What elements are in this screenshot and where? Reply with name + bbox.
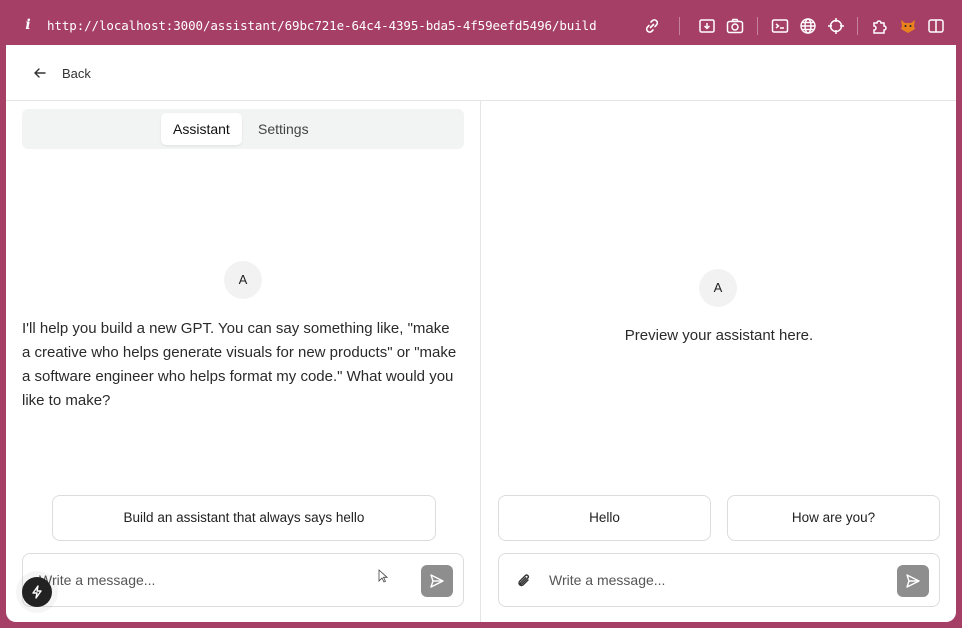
assistant-avatar: A (224, 261, 262, 299)
tab-assistant[interactable]: Assistant (161, 113, 242, 145)
back-label: Back (62, 65, 91, 81)
back-button[interactable]: Back (32, 63, 91, 83)
lightning-icon (32, 585, 42, 599)
preview-avatar: A (699, 269, 737, 307)
url-bar: i http://localhost:3000/assistant/69bc72… (6, 6, 956, 45)
intro-message: I'll help you build a new GPT. You can s… (22, 320, 457, 409)
paperclip-icon[interactable] (515, 572, 533, 590)
crosshair-icon[interactable] (826, 16, 846, 36)
suggestion-button[interactable]: Build an assistant that always says hell… (52, 495, 436, 541)
message-input[interactable]: Write a message... (549, 572, 665, 588)
suggestion-how-are-you[interactable]: How are you? (727, 495, 940, 541)
suggestion-hello[interactable]: Hello (498, 495, 711, 541)
mouse-cursor-icon (378, 569, 388, 583)
quick-action-button[interactable] (22, 577, 52, 607)
browser-window: i http://localhost:3000/assistant/69bc72… (6, 6, 956, 622)
preview-label: Preview your assistant here. (624, 327, 814, 344)
camera-icon[interactable] (725, 16, 745, 36)
url-text[interactable]: http://localhost:3000/assistant/69bc721e… (47, 18, 597, 33)
globe-icon[interactable] (798, 16, 818, 36)
fox-icon[interactable] (898, 16, 918, 36)
extension-icon[interactable] (870, 16, 890, 36)
send-button[interactable] (421, 565, 453, 597)
arrow-left-icon (34, 68, 46, 78)
app-page: Back Assistant Settings A I'll help you … (6, 45, 956, 622)
tab-switcher: Assistant Settings (22, 109, 464, 149)
preview-composer[interactable]: Write a message... (498, 553, 940, 607)
preview-pane: A Preview your assistant here. Hello How… (482, 101, 956, 622)
builder-pane: Assistant Settings A I'll help you build… (6, 101, 481, 622)
message-input[interactable]: Write a message... (39, 572, 155, 588)
send-icon (430, 574, 444, 588)
send-button[interactable] (897, 565, 929, 597)
download-icon[interactable] (697, 16, 717, 36)
top-bar: Back (6, 45, 956, 101)
tab-settings[interactable]: Settings (246, 113, 321, 145)
info-icon[interactable]: i (20, 17, 36, 33)
link-icon[interactable] (642, 16, 662, 36)
builder-composer[interactable]: Write a message... (22, 553, 464, 607)
terminal-icon[interactable] (770, 16, 790, 36)
send-icon (906, 574, 920, 588)
sidebar-icon[interactable] (926, 16, 946, 36)
